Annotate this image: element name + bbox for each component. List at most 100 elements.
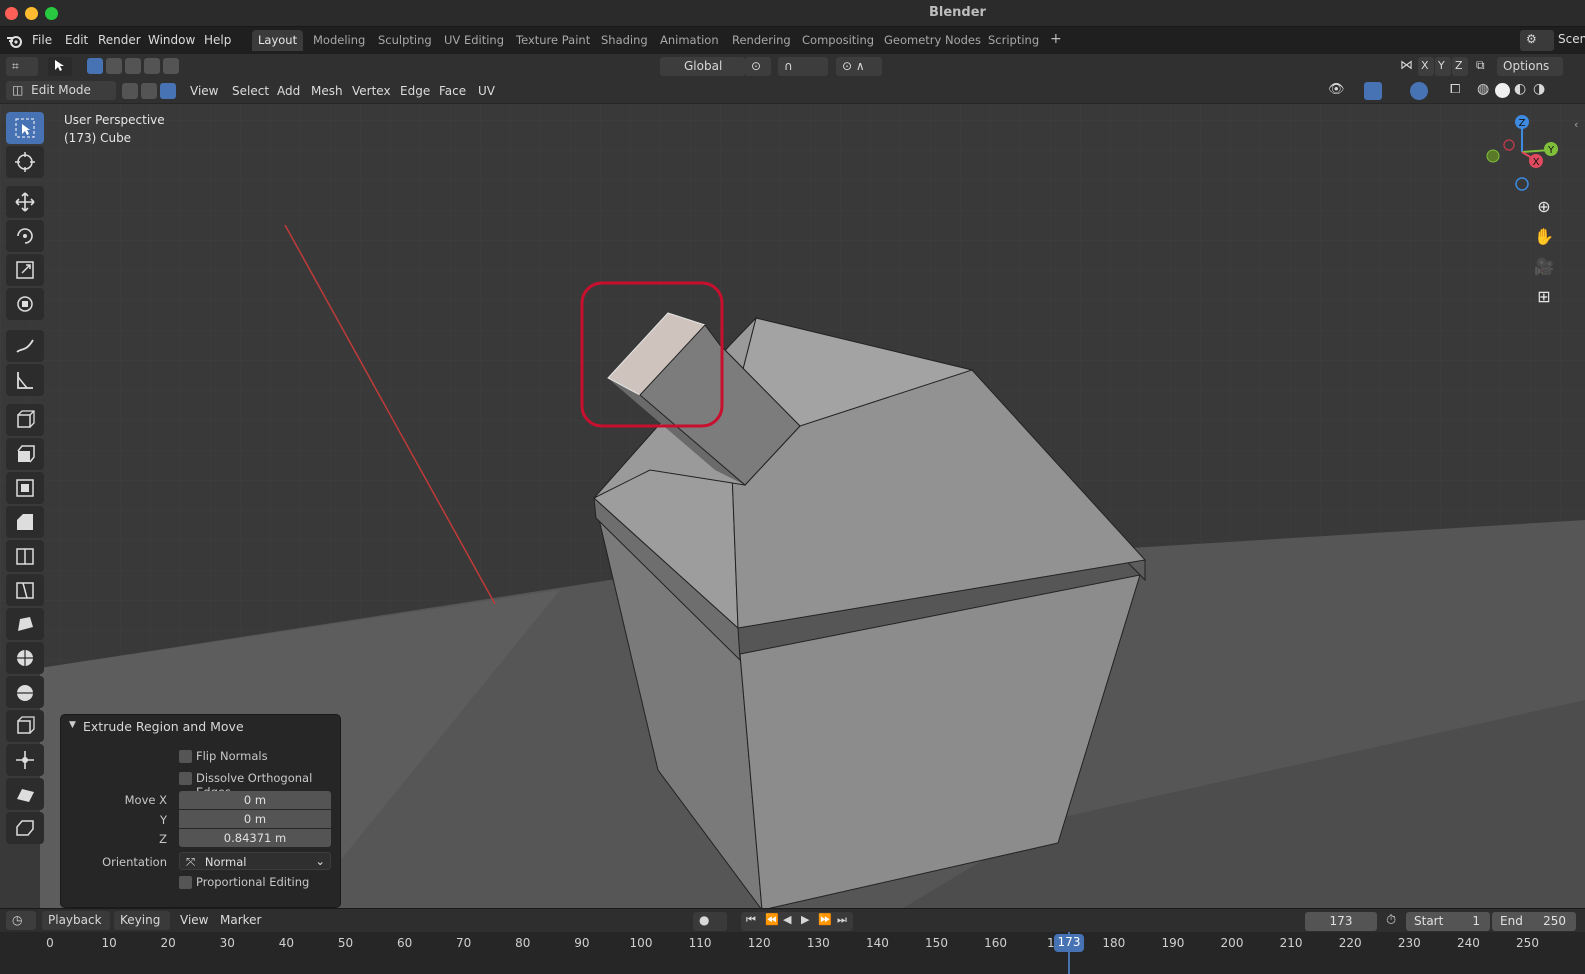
mirror-z-toggle[interactable]: Z xyxy=(1452,57,1468,76)
timeline-marker-menu[interactable]: Marker xyxy=(220,913,261,927)
tab-texture-paint[interactable]: Texture Paint xyxy=(510,30,596,51)
menu-mesh[interactable]: Mesh xyxy=(311,84,343,98)
editor-type-button[interactable]: ⌗ xyxy=(6,57,38,76)
menu-render[interactable]: Render xyxy=(98,33,141,47)
shear-tool[interactable] xyxy=(6,778,44,810)
tab-compositing[interactable]: Compositing xyxy=(796,30,880,51)
menu-select[interactable]: Select xyxy=(232,84,269,98)
camera-view-icon[interactable]: 🎥 xyxy=(1530,252,1558,280)
jump-end-icon[interactable]: ⏭ xyxy=(837,913,847,927)
tab-shading[interactable]: Shading xyxy=(595,30,654,51)
select-mode-subtract-icon[interactable] xyxy=(125,58,141,74)
select-mode-new-icon[interactable] xyxy=(87,58,103,74)
zoom-icon[interactable]: ⊕ xyxy=(1530,192,1558,220)
overlay-toggle-icon[interactable] xyxy=(1410,82,1428,100)
vertex-select-mode-icon[interactable] xyxy=(122,83,138,99)
select-mode-invert-icon[interactable] xyxy=(144,58,160,74)
keying-menu[interactable]: Keying ⌄ xyxy=(114,911,170,941)
dissolve-checkbox[interactable] xyxy=(179,772,192,785)
playback-menu[interactable]: Playback ⌄ xyxy=(42,911,110,941)
jump-start-icon[interactable]: ⏮ xyxy=(746,913,756,927)
tab-rendering[interactable]: Rendering xyxy=(726,30,797,51)
scene-selector-button[interactable]: ⚙ xyxy=(1520,30,1554,51)
inset-faces-tool[interactable] xyxy=(6,472,44,504)
select-mode-extend-icon[interactable] xyxy=(106,58,122,74)
menu-help[interactable]: Help xyxy=(204,33,231,47)
pivot-point-button[interactable]: ⊙ xyxy=(745,57,771,76)
proportional-editing-checkbox[interactable] xyxy=(179,876,192,889)
end-frame-field[interactable]: End 250 xyxy=(1492,912,1576,931)
extrude-region-tool[interactable] xyxy=(6,438,44,470)
playhead-marker[interactable]: 173 xyxy=(1054,934,1084,952)
knife-tool[interactable] xyxy=(6,574,44,606)
next-keyframe-icon[interactable]: ⏩ xyxy=(818,913,832,926)
menu-view[interactable]: View xyxy=(190,84,218,98)
move-z-field[interactable]: 0.84371 m xyxy=(179,829,331,847)
proportional-editing-button[interactable]: ⊙ ∧ xyxy=(836,57,882,76)
ortho-grid-icon[interactable]: ⊞ xyxy=(1530,282,1558,310)
rip-region-tool[interactable] xyxy=(6,812,44,844)
rendered-shading-icon[interactable]: ◑ xyxy=(1533,81,1545,97)
current-frame-field[interactable]: 173 xyxy=(1305,912,1377,931)
transform-tool[interactable] xyxy=(6,288,44,320)
loop-cut-tool[interactable] xyxy=(6,540,44,572)
move-tool[interactable] xyxy=(6,186,44,218)
gizmo-toggle-icon[interactable] xyxy=(1364,82,1382,100)
mirror-icon[interactable]: ⋈ xyxy=(1400,58,1413,73)
auto-keying-button[interactable]: ● xyxy=(693,912,727,931)
neg-z-axis-gizmo[interactable] xyxy=(1515,177,1529,191)
move-x-field[interactable]: 0 m xyxy=(179,791,331,809)
select-tool-button[interactable] xyxy=(48,57,72,76)
measure-tool[interactable] xyxy=(6,364,44,396)
neg-x-axis-gizmo[interactable] xyxy=(1503,139,1515,151)
material-shading-icon[interactable]: ◐ xyxy=(1514,81,1526,97)
snap-button[interactable]: ∩ xyxy=(778,57,828,76)
neg-y-axis-gizmo[interactable] xyxy=(1486,149,1500,163)
pan-hand-icon[interactable]: ✋ xyxy=(1530,222,1558,250)
mode-dropdown[interactable]: ◫ Edit Mode ⌄ xyxy=(6,81,116,111)
menu-edge[interactable]: Edge xyxy=(400,84,430,98)
auto-merge-icon[interactable]: ⧉ xyxy=(1476,58,1485,73)
timeline-editor-type-button[interactable]: ◷ xyxy=(6,911,36,930)
navigation-gizmo[interactable]: Z Y X xyxy=(1480,110,1560,192)
tab-sculpting[interactable]: Sculpting xyxy=(372,30,438,51)
menu-edit[interactable]: Edit xyxy=(65,33,88,47)
annotate-tool[interactable] xyxy=(6,330,44,362)
shrink-fatten-tool[interactable] xyxy=(6,744,44,776)
tab-geometry-nodes[interactable]: Geometry Nodes xyxy=(878,30,987,51)
menu-window[interactable]: Window xyxy=(148,33,195,47)
visibility-eye-icon[interactable]: 👁 xyxy=(1328,82,1345,97)
play-icon[interactable]: ▶ xyxy=(801,913,809,926)
play-reverse-icon[interactable]: ◀ xyxy=(783,913,791,926)
menu-uv[interactable]: UV xyxy=(478,84,495,98)
tab-modeling[interactable]: Modeling xyxy=(307,30,371,51)
operator-panel[interactable]: ▼ Extrude Region and Move Flip Normals D… xyxy=(60,714,341,908)
prev-keyframe-icon[interactable]: ⏪ xyxy=(765,913,779,926)
face-select-mode-icon[interactable] xyxy=(160,83,176,99)
orientation-dropdown[interactable]: ⤧ Normal ⌄ xyxy=(179,852,331,870)
collapse-triangle-icon[interactable]: ▼ xyxy=(69,720,76,730)
wireframe-shading-icon[interactable]: ◍ xyxy=(1477,81,1489,97)
sidebar-toggle-icon[interactable]: ‹ xyxy=(1574,118,1578,131)
menu-add[interactable]: Add xyxy=(277,84,300,98)
transform-orientation-dropdown[interactable]: Global ⌄ xyxy=(660,57,745,87)
timeline-ruler[interactable]: 0 10 20 30 40 50 60 70 80 90 100 110 120 130 140 150 160… xyxy=(0,932,1585,974)
edge-slide-tool[interactable] xyxy=(6,710,44,742)
smooth-tool[interactable] xyxy=(6,676,44,708)
add-workspace-button[interactable]: + xyxy=(1044,30,1068,51)
tab-scripting[interactable]: Scripting xyxy=(982,30,1045,51)
tab-uv-editing[interactable]: UV Editing xyxy=(438,30,510,51)
stopwatch-icon[interactable]: ⏱ xyxy=(1386,913,1396,928)
mirror-y-toggle[interactable]: Y xyxy=(1435,57,1451,76)
bevel-tool[interactable] xyxy=(6,506,44,538)
cursor-tool[interactable] xyxy=(6,146,44,178)
scene-name[interactable]: Scen xyxy=(1558,32,1585,46)
menu-face[interactable]: Face xyxy=(439,84,466,98)
select-mode-intersect-icon[interactable] xyxy=(163,58,179,74)
spin-tool[interactable] xyxy=(6,642,44,674)
blender-logo-icon[interactable] xyxy=(6,32,24,50)
flip-normals-checkbox[interactable] xyxy=(179,750,192,763)
rotate-tool[interactable] xyxy=(6,220,44,252)
tab-animation[interactable]: Animation xyxy=(654,30,725,51)
poly-build-tool[interactable] xyxy=(6,608,44,640)
